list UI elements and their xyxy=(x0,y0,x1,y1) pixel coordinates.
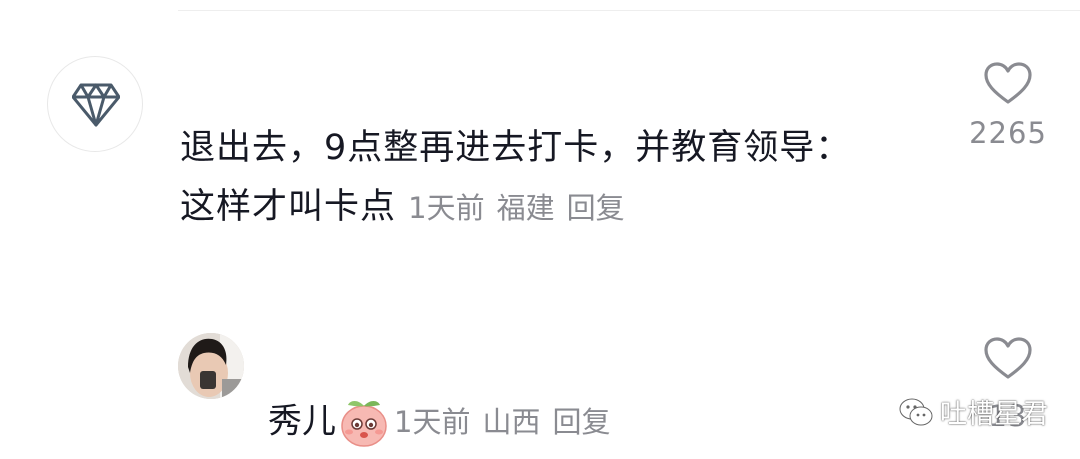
watermark: 吐槽星君 xyxy=(898,392,1048,431)
top-divider xyxy=(178,10,1080,11)
reply-time: 1天前 xyxy=(394,404,471,439)
comment-location: 福建 xyxy=(496,191,555,225)
comment-like-control[interactable]: 2265 xyxy=(948,62,1068,150)
comment-meta: 1天前 福建 回复 xyxy=(408,191,636,225)
heart-icon[interactable] xyxy=(984,337,1032,381)
reply-location: 山西 xyxy=(482,404,541,439)
reply-meta: 1天前 山西 回复 xyxy=(394,405,622,439)
avatar-photo-image xyxy=(178,333,244,399)
reply-button[interactable]: 回复 xyxy=(567,191,625,225)
commenter-avatar[interactable] xyxy=(47,56,143,152)
like-count: 2265 xyxy=(969,116,1047,150)
reply-author-name[interactable]: 秀儿 xyxy=(268,402,336,442)
peach-emoji xyxy=(341,400,387,447)
comment-text-line-2: 这样才叫卡点 1天前 福建 回复 xyxy=(180,178,940,238)
comment-body: 退出去，9点整再进去打卡，并教育领导： 这样才叫卡点 1天前 福建 回复 xyxy=(180,119,940,238)
comment-text-line-1: 退出去，9点整再进去打卡，并教育领导： xyxy=(180,128,852,168)
reply-avatar[interactable] xyxy=(178,333,244,399)
comment-time: 1天前 xyxy=(408,191,485,225)
reply-reply-button[interactable]: 回复 xyxy=(552,405,610,439)
wechat-icon xyxy=(899,398,933,425)
comment-text-line-2-content: 这样才叫卡点 xyxy=(180,187,397,227)
reply-line: 秀儿 1天前 山西 回复 xyxy=(268,396,622,447)
diamond-icon xyxy=(72,83,120,127)
heart-icon[interactable] xyxy=(984,62,1032,106)
watermark-text: 吐槽星君 xyxy=(940,399,1048,430)
